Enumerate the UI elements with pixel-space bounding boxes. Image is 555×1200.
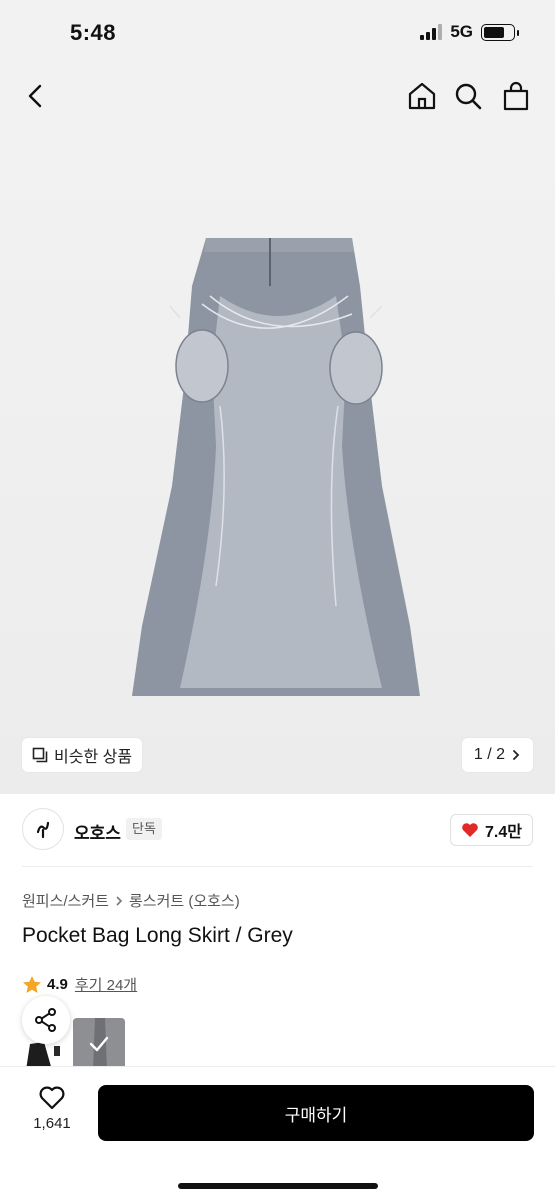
battery-icon xyxy=(481,23,519,41)
home-indicator xyxy=(178,1183,378,1189)
wishlist-count: 1,641 xyxy=(33,1115,71,1132)
rating-value: 4.9 xyxy=(47,976,68,993)
signal-icon xyxy=(420,24,443,40)
chevron-right-icon xyxy=(513,750,520,760)
buy-button[interactable]: 구매하기 xyxy=(98,1085,534,1141)
product-title: Pocket Bag Long Skirt / Grey xyxy=(22,924,293,947)
search-icon[interactable] xyxy=(450,78,486,114)
brand-like-count: 7.4만 xyxy=(485,824,522,841)
breadcrumb: 원피스/스커트 롱스커트 (오호스) xyxy=(22,890,240,911)
page-indicator-label: 1 / 2 xyxy=(473,746,505,763)
brand-like-button[interactable]: 7.4만 xyxy=(450,814,533,846)
back-arrow-icon[interactable] xyxy=(18,78,54,114)
breadcrumb-subcategory[interactable]: 롱스커트 (오호스) xyxy=(129,890,240,911)
breadcrumb-category[interactable]: 원피스/스커트 xyxy=(22,890,109,911)
seller-name[interactable]: 오호스 xyxy=(74,819,121,844)
home-icon[interactable] xyxy=(404,78,440,114)
chevron-right-icon xyxy=(116,895,123,906)
similar-products-button[interactable]: 비슷한 상품 xyxy=(22,738,143,772)
status-indicators: 5G xyxy=(420,22,519,42)
brand-logo[interactable] xyxy=(22,808,64,850)
nav-bar xyxy=(0,66,555,126)
divider xyxy=(22,866,533,867)
share-button[interactable] xyxy=(22,996,70,1044)
shopping-bag-icon[interactable] xyxy=(498,78,534,114)
network-label: 5G xyxy=(450,22,473,41)
share-icon xyxy=(35,1008,56,1032)
rating-row: 4.9 후기 24개 xyxy=(22,974,137,995)
gallery-icon xyxy=(32,747,48,763)
heart-filled-icon xyxy=(462,823,478,837)
review-link[interactable]: 후기 24개 xyxy=(75,974,137,995)
star-icon xyxy=(23,976,41,993)
exclusive-badge: 단독 xyxy=(126,818,162,840)
status-bar: 5:48 5G xyxy=(0,0,555,66)
page-indicator-button[interactable]: 1 / 2 xyxy=(461,738,533,772)
product-image-gallery[interactable]: 비슷한 상품 1 / 2 xyxy=(0,126,555,794)
product-image xyxy=(132,238,420,696)
status-time: 5:48 xyxy=(70,20,117,45)
seller-row[interactable]: 오호스 단독 7.4만 xyxy=(0,806,555,854)
bottom-action-bar: 1,641 구매하기 xyxy=(0,1066,555,1200)
similar-products-label: 비슷한 상품 xyxy=(54,749,133,766)
heart-outline-icon xyxy=(39,1086,65,1110)
color-option-thumbnail-selected[interactable] xyxy=(73,1018,125,1070)
wishlist-button[interactable]: 1,641 xyxy=(22,1085,82,1132)
